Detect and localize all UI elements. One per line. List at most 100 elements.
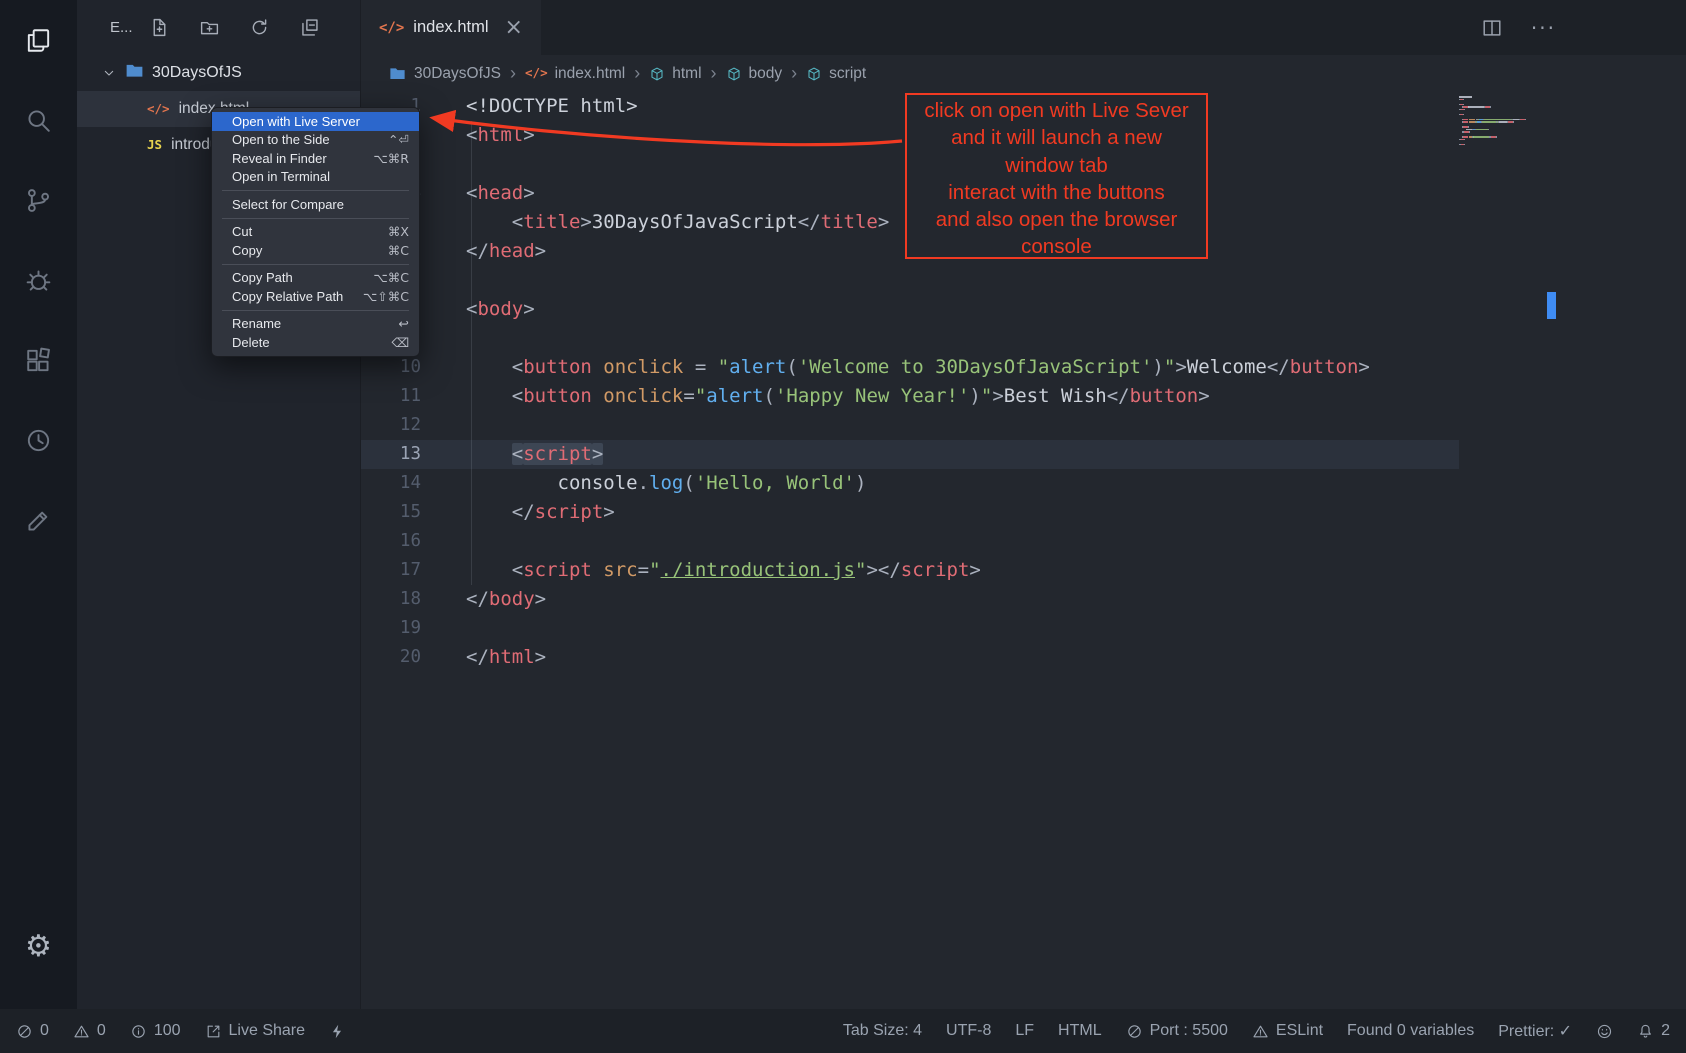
minimap-line — [1482, 121, 1496, 123]
menu-separator — [222, 190, 409, 191]
menu-item-open-in-terminal[interactable]: Open in Terminal — [212, 168, 419, 187]
code-line-11[interactable]: 11 <button onclick="alert('Happy New Yea… — [361, 382, 1459, 411]
minimap-line — [1464, 144, 1465, 146]
tab-index-html[interactable]: </> index.html × — [361, 0, 541, 55]
split-editor-icon[interactable] — [1481, 17, 1503, 39]
status-language-mode[interactable]: HTML — [1058, 1022, 1102, 1040]
tree-item-folder-30daysofjs[interactable]: 30DaysOfJS — [77, 55, 360, 91]
menu-item-open-to-the-side[interactable]: Open to the Side⌃⏎ — [212, 131, 419, 150]
breadcrumb-item-body[interactable]: body — [726, 65, 783, 83]
code-line-20[interactable]: 20</html> — [361, 643, 1459, 672]
overview-ruler-marker — [1547, 292, 1556, 319]
refresh-explorer-icon[interactable] — [249, 17, 270, 38]
menu-item-label: Copy Path — [232, 270, 293, 285]
status-lightning[interactable] — [329, 1023, 346, 1040]
code-line-18[interactable]: 18</body> — [361, 585, 1459, 614]
bell-icon — [1637, 1023, 1654, 1040]
activity-source-control-icon[interactable] — [15, 176, 63, 224]
status-eslint[interactable]: ESLint — [1252, 1022, 1323, 1040]
status-eol[interactable]: LF — [1015, 1022, 1034, 1040]
status-errors[interactable]: 0 — [16, 1022, 49, 1040]
more-actions-icon[interactable]: ··· — [1531, 18, 1556, 38]
breadcrumb-item-index-html[interactable]: </>index.html — [525, 65, 625, 83]
line-number: 14 — [361, 469, 421, 498]
status-notifications[interactable]: 2 — [1637, 1022, 1670, 1040]
line-number: 18 — [361, 585, 421, 614]
status-info-count[interactable]: 100 — [130, 1022, 181, 1040]
menu-item-reveal-in-finder[interactable]: Reveal in Finder⌥⌘R — [212, 149, 419, 168]
code-text: </head> — [421, 237, 546, 266]
code-line-8[interactable]: 8<body> — [361, 295, 1459, 324]
minimap-line — [1468, 106, 1483, 108]
activity-settings-icon[interactable]: ⚙ — [15, 923, 63, 971]
menu-item-copy-relative-path[interactable]: Copy Relative Path⌥⇧⌘C — [212, 287, 419, 306]
new-folder-icon[interactable] — [199, 17, 220, 38]
menu-item-delete[interactable]: Delete⌫ — [212, 333, 419, 352]
activity-pen-icon[interactable] — [15, 496, 63, 544]
circle-slash-icon — [16, 1023, 33, 1040]
lightning-icon — [329, 1023, 346, 1040]
line-number: 16 — [361, 527, 421, 556]
minimap-line — [1468, 126, 1469, 128]
status-bar-left: 0 0 100 Live Share — [16, 1022, 346, 1040]
status-prettier[interactable]: Prettier: ✓ — [1498, 1021, 1572, 1041]
minimap-line — [1463, 136, 1468, 138]
minimap[interactable] — [1459, 96, 1547, 236]
status-label: 0 — [97, 1022, 106, 1040]
menu-item-rename[interactable]: Rename↩ — [212, 315, 419, 334]
code-line-9[interactable]: 9 — [361, 324, 1459, 353]
activity-extensions-icon[interactable] — [15, 336, 63, 384]
menu-item-label: Reveal in Finder — [232, 151, 327, 166]
chevron-down-icon[interactable] — [101, 65, 117, 81]
code-line-15[interactable]: 15 </script> — [361, 498, 1459, 527]
code-line-17[interactable]: 17 <script src="./introduction.js"></scr… — [361, 556, 1459, 585]
sidebar-title: E... — [110, 19, 133, 36]
menu-item-select-for-compare[interactable]: Select for Compare — [212, 195, 419, 214]
code-line-12[interactable]: 12 — [361, 411, 1459, 440]
status-tab-size[interactable]: Tab Size: 4 — [843, 1022, 922, 1040]
code-text: <button onclick = "alert('Welcome to 30D… — [421, 353, 1370, 382]
menu-item-label: Open to the Side — [232, 132, 330, 147]
menu-item-copy-path[interactable]: Copy Path⌥⌘C — [212, 269, 419, 288]
menu-item-shortcut: ⌥⇧⌘C — [363, 289, 409, 304]
code-text: </body> — [421, 585, 546, 614]
code-line-7[interactable]: 7 — [361, 266, 1459, 295]
activity-run-and-debug-icon[interactable] — [15, 256, 63, 304]
code-line-13[interactable]: 13 <script> — [361, 440, 1459, 469]
code-text: <button onclick="alert('Happy New Year!'… — [421, 382, 1210, 411]
code-text: </html> — [421, 643, 546, 672]
line-number: 10 — [361, 353, 421, 382]
activity-history-icon[interactable] — [15, 416, 63, 464]
status-live-share[interactable]: Live Share — [205, 1022, 306, 1040]
activity-explorer-icon[interactable] — [15, 16, 63, 64]
code-line-14[interactable]: 14 console.log('Hello, World') — [361, 469, 1459, 498]
menu-item-open-with-live-server[interactable]: Open with Live Server — [212, 112, 419, 131]
status-warnings[interactable]: 0 — [73, 1022, 106, 1040]
menu-item-cut[interactable]: Cut⌘X — [212, 223, 419, 242]
status-encoding[interactable]: UTF-8 — [946, 1022, 991, 1040]
minimap-line — [1473, 136, 1487, 138]
breadcrumb-item-script[interactable]: script — [806, 65, 866, 83]
status-variables-found[interactable]: Found 0 variables — [1347, 1022, 1474, 1040]
activity-search-icon[interactable] — [15, 96, 63, 144]
minimap-line — [1463, 99, 1464, 101]
menu-item-copy[interactable]: Copy⌘C — [212, 241, 419, 260]
code-line-19[interactable]: 19 — [361, 614, 1459, 643]
minimap-line — [1476, 129, 1488, 131]
breadcrumb-item-30daysofjs[interactable]: 30DaysOfJS — [388, 64, 501, 83]
minimap-line — [1513, 121, 1514, 123]
collapse-folders-icon[interactable] — [299, 17, 320, 38]
close-icon[interactable]: × — [505, 17, 523, 39]
sidebar-header: E... — [77, 0, 360, 55]
code-text: <head> — [421, 179, 535, 208]
code-text: <!DOCTYPE html> — [421, 92, 638, 121]
status-feedback-smiley[interactable] — [1596, 1023, 1613, 1040]
new-file-icon[interactable] — [149, 17, 170, 38]
status-live-server-port[interactable]: Port : 5500 — [1126, 1022, 1228, 1040]
activity-bar: ⚙ — [0, 0, 77, 1009]
code-line-10[interactable]: 10 <button onclick = "alert('Welcome to … — [361, 353, 1459, 382]
breadcrumb-item-html[interactable]: html — [649, 65, 701, 83]
html-file-icon: </> — [379, 19, 404, 37]
code-line-16[interactable]: 16 — [361, 527, 1459, 556]
menu-item-label: Cut — [232, 224, 252, 239]
